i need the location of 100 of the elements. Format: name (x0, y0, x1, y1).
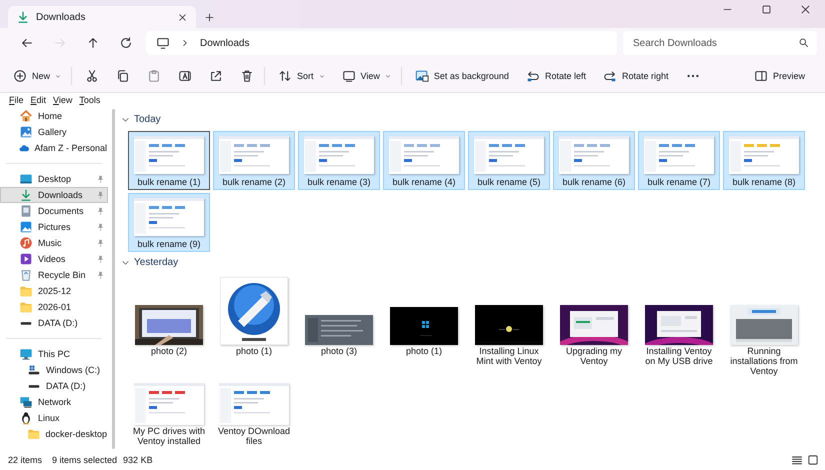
file-tile[interactable]: photo (3) (298, 274, 380, 357)
file-tile[interactable]: Installing Ventoy on My USB drive (638, 274, 720, 367)
copy-icon (116, 69, 130, 83)
menu-item[interactable]: File (6, 95, 27, 105)
sidebar-item[interactable]: docker-desktop (0, 426, 108, 442)
background-button[interactable]: Set as background (408, 63, 516, 89)
file-tile[interactable]: Running installations from Ventoy (723, 274, 805, 377)
clipboard-icon (147, 69, 162, 83)
file-tile[interactable]: bulk rename (2) (213, 131, 295, 190)
file-tile[interactable]: bulk rename (8) (723, 131, 805, 190)
file-tile[interactable]: My PC drives with Ventoy installed (128, 380, 210, 447)
gallery-icon (19, 125, 33, 139)
menu-item[interactable]: View (50, 95, 76, 105)
file-tile[interactable]: photo (1) (383, 274, 465, 357)
forward-icon (52, 36, 66, 50)
sidebar-item[interactable]: Downloads (0, 187, 108, 203)
back-icon (20, 36, 34, 50)
trash-icon (240, 69, 254, 83)
address-bar[interactable]: Downloads (146, 31, 617, 55)
file-tile[interactable]: Installing Linux Mint with Ventoy (468, 274, 550, 367)
sidebar-item[interactable]: DATA (D:) (0, 315, 108, 331)
rotate-right-button[interactable]: Rotate right (596, 63, 676, 89)
rotate-left-icon (526, 69, 540, 83)
file-tile[interactable]: Ventoy DOwnload files (213, 380, 295, 447)
menu-item[interactable]: Edit (28, 95, 50, 105)
network-icon (19, 395, 33, 409)
tab-title: Downloads (36, 12, 86, 22)
file-tile[interactable]: bulk rename (5) (468, 131, 550, 190)
sidebar-item[interactable]: Gallery (0, 124, 108, 140)
search-icon (798, 37, 809, 48)
selection-count: 9 items selected (52, 455, 118, 465)
file-tile[interactable]: bulk rename (6) (553, 131, 635, 190)
monitor-icon (156, 36, 170, 50)
videos-icon (19, 252, 33, 266)
sidebar-item[interactable]: Pictures (0, 219, 108, 235)
scissors-icon (85, 69, 100, 83)
breadcrumb[interactable]: Downloads (200, 38, 250, 48)
drive-icon (27, 363, 41, 377)
group-header[interactable]: Today (121, 112, 825, 127)
maximize-icon (761, 4, 772, 15)
penguin-icon (19, 411, 33, 425)
pictures-icon (19, 220, 33, 234)
browser-tab[interactable]: Downloads (8, 6, 196, 28)
computer-icon (19, 347, 33, 361)
download-icon (16, 10, 30, 24)
scrollbar[interactable] (112, 109, 115, 449)
sidebar-item[interactable]: 2026-01 (0, 299, 108, 315)
sidebar-item[interactable]: Videos (0, 251, 108, 267)
rotate-right-icon (602, 69, 617, 83)
menu-item[interactable]: Tools (76, 95, 104, 105)
view-icon (342, 69, 356, 83)
close-icon (800, 4, 811, 15)
sidebar-item[interactable]: Desktop (0, 171, 108, 187)
plus-circle-icon (13, 69, 27, 83)
preview-button[interactable]: Preview (746, 63, 812, 89)
file-tile[interactable]: bulk rename (4) (383, 131, 465, 190)
new-tab-button[interactable] (204, 12, 215, 23)
share-icon (209, 69, 224, 83)
sidebar-item[interactable]: DATA (D:) (0, 378, 108, 394)
sidebar-item[interactable]: Music (0, 235, 108, 251)
file-tile[interactable]: photo (1) (213, 274, 295, 357)
rename-icon (178, 69, 192, 83)
sidebar-item[interactable]: This PC (0, 346, 108, 362)
search-field[interactable]: Search Downloads (623, 31, 817, 55)
file-tile[interactable]: Upgrading my Ventoy (553, 274, 635, 367)
sidebar-item[interactable]: Windows (C:) (0, 362, 108, 378)
tiles-view-icon (807, 454, 819, 466)
item-count: 22 items (8, 455, 42, 465)
file-tile[interactable]: bulk rename (9) (128, 193, 210, 252)
music-icon (19, 236, 33, 250)
file-tile[interactable]: bulk rename (7) (638, 131, 720, 190)
sort-icon (278, 69, 292, 83)
sidebar-item[interactable]: Linux (0, 410, 108, 426)
selection-size: 932 KB (123, 455, 153, 465)
view-button[interactable]: View (334, 63, 398, 89)
sidebar-item[interactable]: Documents (0, 203, 108, 219)
download-icon (19, 188, 33, 202)
file-tile[interactable]: bulk rename (3) (298, 131, 380, 190)
file-tile[interactable]: photo (2) (128, 274, 210, 357)
preview-pane-icon (754, 69, 768, 83)
sidebar-item[interactable]: 2025-12 (0, 283, 108, 299)
close-icon (177, 12, 188, 22)
home-icon (19, 109, 33, 123)
sort-button[interactable]: Sort (271, 63, 332, 89)
sidebar-item[interactable]: Afam Z - Personal (0, 140, 108, 156)
sidebar-item[interactable]: Network (0, 394, 108, 410)
sidebar-item[interactable]: Recycle Bin (0, 267, 108, 283)
folder-icon (27, 427, 40, 441)
new-button[interactable]: New (6, 63, 68, 89)
image-icon (414, 69, 429, 83)
details-view-icon (791, 454, 803, 466)
recycle-bin-icon (19, 268, 33, 282)
folder-icon (19, 284, 33, 298)
rotate-left-button[interactable]: Rotate left (518, 63, 593, 89)
file-tile[interactable]: bulk rename (1) (128, 131, 210, 190)
folder-icon (19, 300, 33, 314)
group-header[interactable]: Yesterday (121, 255, 825, 270)
desktop-icon (19, 172, 33, 186)
sidebar-item[interactable]: Home (0, 108, 108, 124)
document-icon (19, 204, 33, 218)
